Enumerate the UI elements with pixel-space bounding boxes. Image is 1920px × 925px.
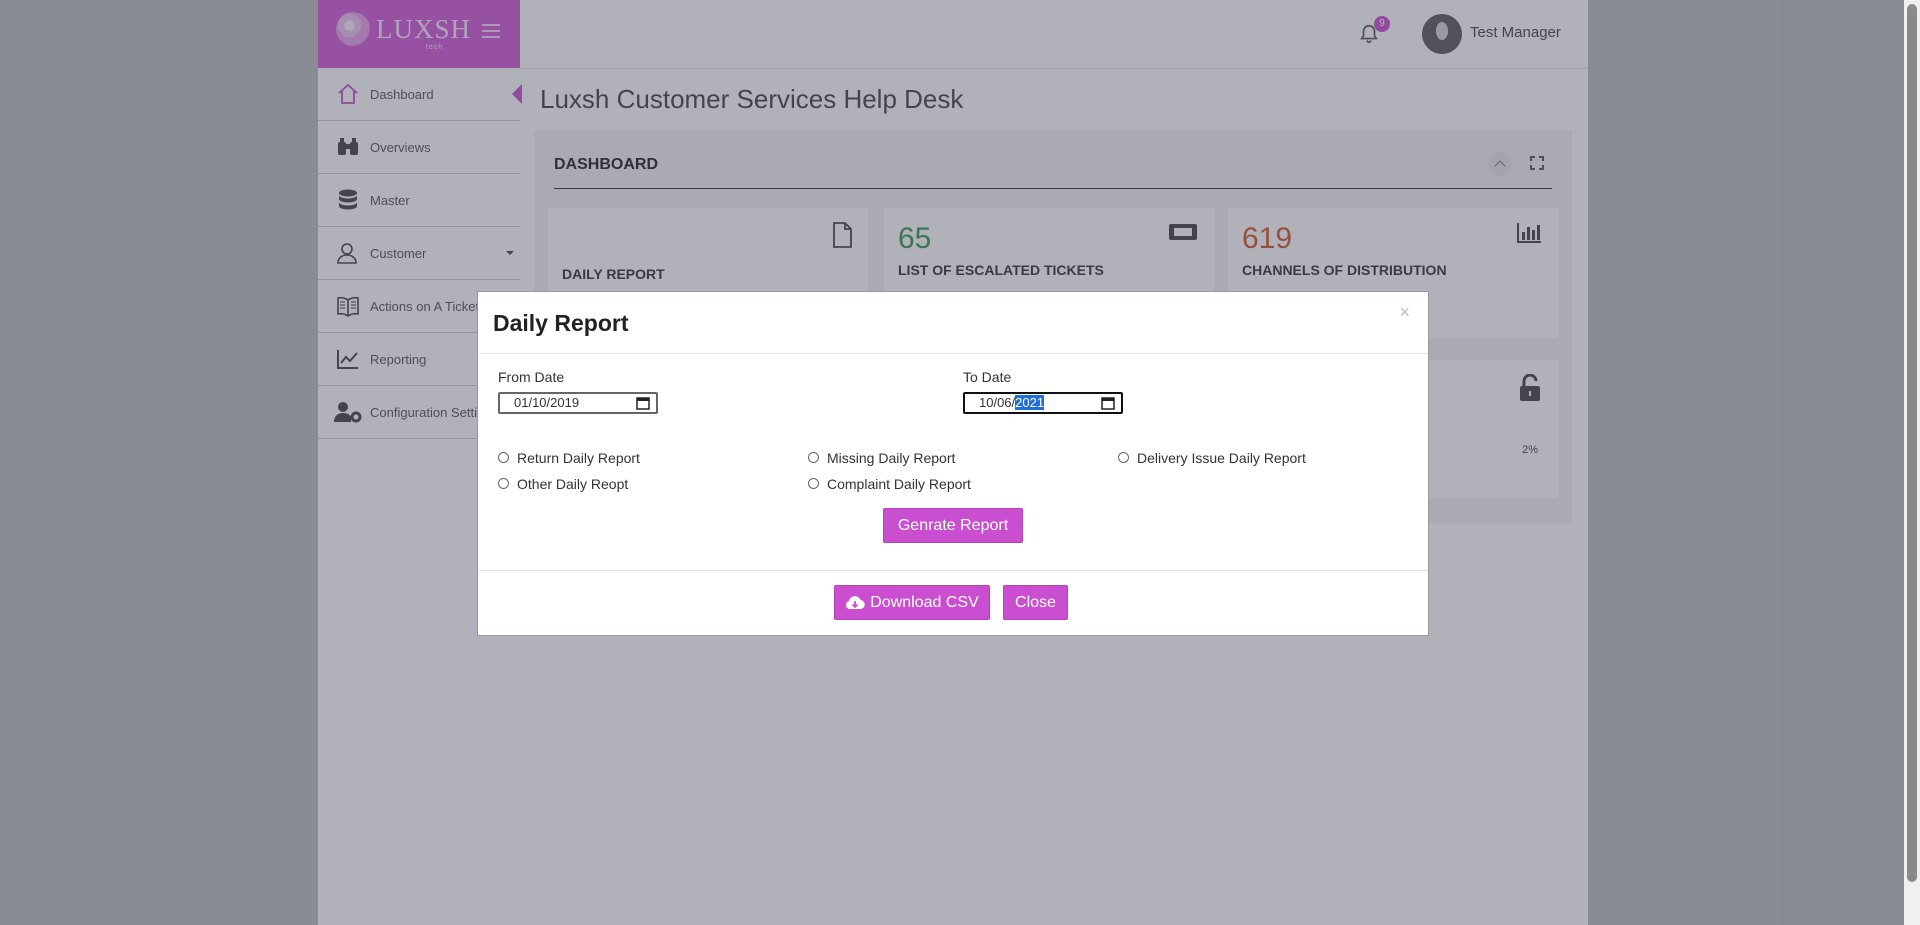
radio-label: Delivery Issue Daily Report [1137, 450, 1306, 466]
radio-missing-daily-report[interactable]: Missing Daily Report [808, 450, 955, 466]
close-button[interactable]: Close [1003, 585, 1068, 620]
radio-return-daily-report[interactable]: Return Daily Report [498, 450, 640, 466]
calendar-icon[interactable] [636, 396, 650, 410]
daily-report-modal: Daily Report × From Date 01/10/2019 To D… [477, 291, 1429, 636]
cloud-download-icon [846, 595, 866, 609]
close-icon[interactable]: × [1399, 302, 1410, 323]
calendar-icon[interactable] [1101, 396, 1115, 410]
radio-button[interactable] [808, 477, 819, 489]
divider [478, 570, 1428, 571]
scrollbar-thumb[interactable] [1907, 4, 1917, 882]
to-date-label: To Date [963, 369, 1012, 385]
radio-delivery-issue-daily-report[interactable]: Delivery Issue Daily Report [1118, 450, 1306, 466]
radio-complaint-daily-report[interactable]: Complaint Daily Report [808, 476, 971, 492]
page-scrollbar[interactable] [1904, 0, 1920, 925]
from-date-input[interactable]: 01/10/2019 [498, 392, 658, 414]
radio-label: Other Daily Reopt [517, 476, 629, 492]
radio-label: Return Daily Report [517, 450, 640, 466]
to-date-value: 10/06/ [979, 395, 1016, 410]
divider [478, 353, 1428, 354]
radio-label: Missing Daily Report [827, 450, 956, 466]
from-date-value: 01/10/2019 [514, 395, 580, 410]
download-csv-label: Download CSV [870, 593, 979, 611]
radio-other-daily-report[interactable]: Other Daily Reopt [498, 476, 628, 492]
download-csv-button[interactable]: Download CSV [834, 585, 990, 620]
to-date-year-selected: 2021 [1015, 395, 1045, 410]
to-date-input[interactable]: 10/06/2021 [963, 392, 1123, 414]
from-date-label: From Date [498, 369, 565, 385]
radio-label: Complaint Daily Report [827, 476, 971, 492]
generate-report-button[interactable]: Genrate Report [883, 508, 1023, 543]
radio-button[interactable] [498, 477, 509, 489]
modal-title: Daily Report [493, 310, 629, 336]
radio-button[interactable] [1118, 451, 1129, 463]
radio-button[interactable] [498, 451, 509, 463]
radio-button[interactable] [808, 451, 819, 463]
